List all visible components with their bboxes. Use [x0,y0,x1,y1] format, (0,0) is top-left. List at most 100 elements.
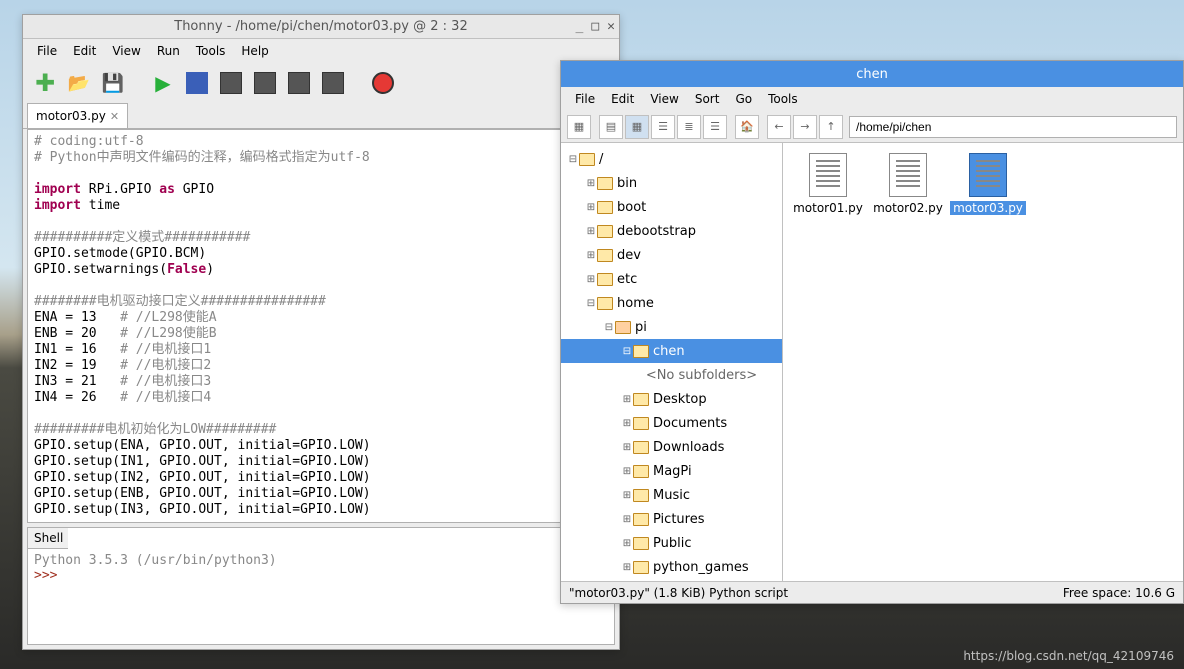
menu-file[interactable]: File [29,41,65,61]
file-motor03-py[interactable]: motor03.py [953,153,1023,215]
expand-icon[interactable]: ⊞ [621,514,633,525]
file-manager-window: chen File Edit View Sort Go Tools ▦ ▤ ▦ … [560,60,1184,604]
file-motor02-py[interactable]: motor02.py [873,153,943,215]
expand-icon[interactable]: ⊟ [585,298,597,309]
home-button[interactable]: 🏠 [735,115,759,139]
status-bar: "motor03.py" (1.8 KiB) Python script Fre… [561,581,1183,603]
shell-body[interactable]: Python 3.5.3 (/usr/bin/python3) >>> [28,549,614,644]
expand-icon[interactable]: ⊞ [621,418,633,429]
path-input[interactable] [849,116,1177,138]
menu-tools[interactable]: Tools [188,41,234,61]
file-motor01-py[interactable]: motor01.py [793,153,863,215]
view-list-button[interactable]: ≣ [677,115,701,139]
tree-item-label: etc [617,272,637,287]
fm-menu-view[interactable]: View [642,89,686,109]
file-list[interactable]: motor01.pymotor02.pymotor03.py [783,143,1183,581]
fm-menu-edit[interactable]: Edit [603,89,642,109]
expand-icon[interactable]: ⊟ [567,154,579,165]
editor-tabs: motor03.py ✕ [23,103,619,129]
titlebar[interactable]: Thonny - /home/pi/chen/motor03.py @ 2 : … [23,15,619,39]
tab-motor03[interactable]: motor03.py ✕ [27,103,128,128]
directory-tree[interactable]: ⊟/⊞bin⊞boot⊞debootstrap⊞dev⊞etc⊟home⊟pi⊟… [561,143,783,581]
minimize-button[interactable]: _ [576,19,584,34]
resume-button[interactable] [319,69,347,97]
folder-icon [633,489,649,502]
tree-item-label: Music [653,488,690,503]
shell-tab[interactable]: Shell [28,528,68,549]
tab-close-icon[interactable]: ✕ [110,110,119,123]
tree-item-documents[interactable]: ⊞Documents [561,411,782,435]
tree-item-label: Public [653,536,691,551]
open-file-button[interactable]: 📂 [65,69,93,97]
tree-item-dev[interactable]: ⊞ dev [561,243,782,267]
menu-run[interactable]: Run [149,41,188,61]
step-over-button[interactable] [217,69,245,97]
fm-menu-go[interactable]: Go [727,89,760,109]
view-icons-button[interactable]: ▦ [567,115,591,139]
save-file-button[interactable]: 💾 [99,69,127,97]
fm-menu-file[interactable]: File [567,89,603,109]
expand-icon[interactable]: ⊞ [621,562,633,573]
expand-icon[interactable]: ⊞ [585,226,597,237]
up-button[interactable]: ↑ [819,115,843,139]
fm-title-text: chen [856,67,888,82]
view-grid-button[interactable]: ▦ [625,115,649,139]
expand-icon[interactable]: ⊞ [585,202,597,213]
tree-item-[interactable]: ⊟/ [561,147,782,171]
view-thumb-button[interactable]: ▤ [599,115,623,139]
new-file-button[interactable]: ✚ [31,69,59,97]
debug-button[interactable] [183,69,211,97]
back-button[interactable]: ← [767,115,791,139]
expand-icon[interactable]: ⊞ [621,442,633,453]
expand-icon[interactable]: ⊞ [585,178,597,189]
fm-menu-tools[interactable]: Tools [760,89,806,109]
tree-item-desktop[interactable]: ⊞Desktop [561,387,782,411]
tree-item-downloads[interactable]: ⊞Downloads [561,435,782,459]
tree-item-python_games[interactable]: ⊞python_games [561,555,782,579]
expand-icon[interactable]: ⊟ [621,346,633,357]
debug-icon [186,72,208,94]
tree-item-magpi[interactable]: ⊞MagPi [561,459,782,483]
tree-item-home[interactable]: ⊟home [561,291,782,315]
expand-icon[interactable]: ⊞ [621,538,633,549]
tree-item-bin[interactable]: ⊞ bin [561,171,782,195]
plus-icon: ✚ [35,69,55,97]
tree-item-music[interactable]: ⊞ Music [561,483,782,507]
menu-view[interactable]: View [104,41,148,61]
tree-item-pi[interactable]: ⊟pi [561,315,782,339]
fm-titlebar[interactable]: chen [561,61,1183,87]
forward-button[interactable]: → [793,115,817,139]
expand-icon[interactable]: ⊞ [585,274,597,285]
tree-item-label: Pictures [653,512,704,527]
code-editor[interactable]: # coding:utf-8 # Python中声明文件编码的注释，编码格式指定… [27,129,615,523]
window-title: Thonny - /home/pi/chen/motor03.py @ 2 : … [174,19,467,34]
view-compact-button[interactable]: ☰ [651,115,675,139]
run-button[interactable]: ▶ [149,69,177,97]
step-into-button[interactable] [251,69,279,97]
fm-menu-sort[interactable]: Sort [687,89,728,109]
folder-icon [633,513,649,526]
close-button[interactable]: ✕ [607,19,615,34]
tree-item-label: bin [617,176,637,191]
view-detail-button[interactable]: ☰ [703,115,727,139]
tree-item-boot[interactable]: ⊞boot [561,195,782,219]
expand-icon[interactable]: ⊞ [621,490,633,501]
expand-icon[interactable]: ⊞ [621,394,633,405]
tree-item-chen[interactable]: ⊟chen [561,339,782,363]
menu-edit[interactable]: Edit [65,41,104,61]
folder-icon [597,273,613,286]
tree-item-debootstrap[interactable]: ⊞debootstrap [561,219,782,243]
tree-item-etc[interactable]: ⊞ etc [561,267,782,291]
stop-button[interactable] [369,69,397,97]
tree-item-public[interactable]: ⊞ Public [561,531,782,555]
expand-icon[interactable]: ⊞ [585,250,597,261]
menu-help[interactable]: Help [233,41,276,61]
step-out-button[interactable] [285,69,313,97]
tree-item-label: dev [617,248,641,263]
expand-icon[interactable]: ⊞ [621,466,633,477]
fm-menu-bar: File Edit View Sort Go Tools [561,87,1183,111]
tree-item-pictures[interactable]: ⊞ Pictures [561,507,782,531]
maximize-button[interactable]: □ [591,19,599,34]
menu-bar: File Edit View Run Tools Help [23,39,619,63]
expand-icon[interactable]: ⊟ [603,322,615,333]
